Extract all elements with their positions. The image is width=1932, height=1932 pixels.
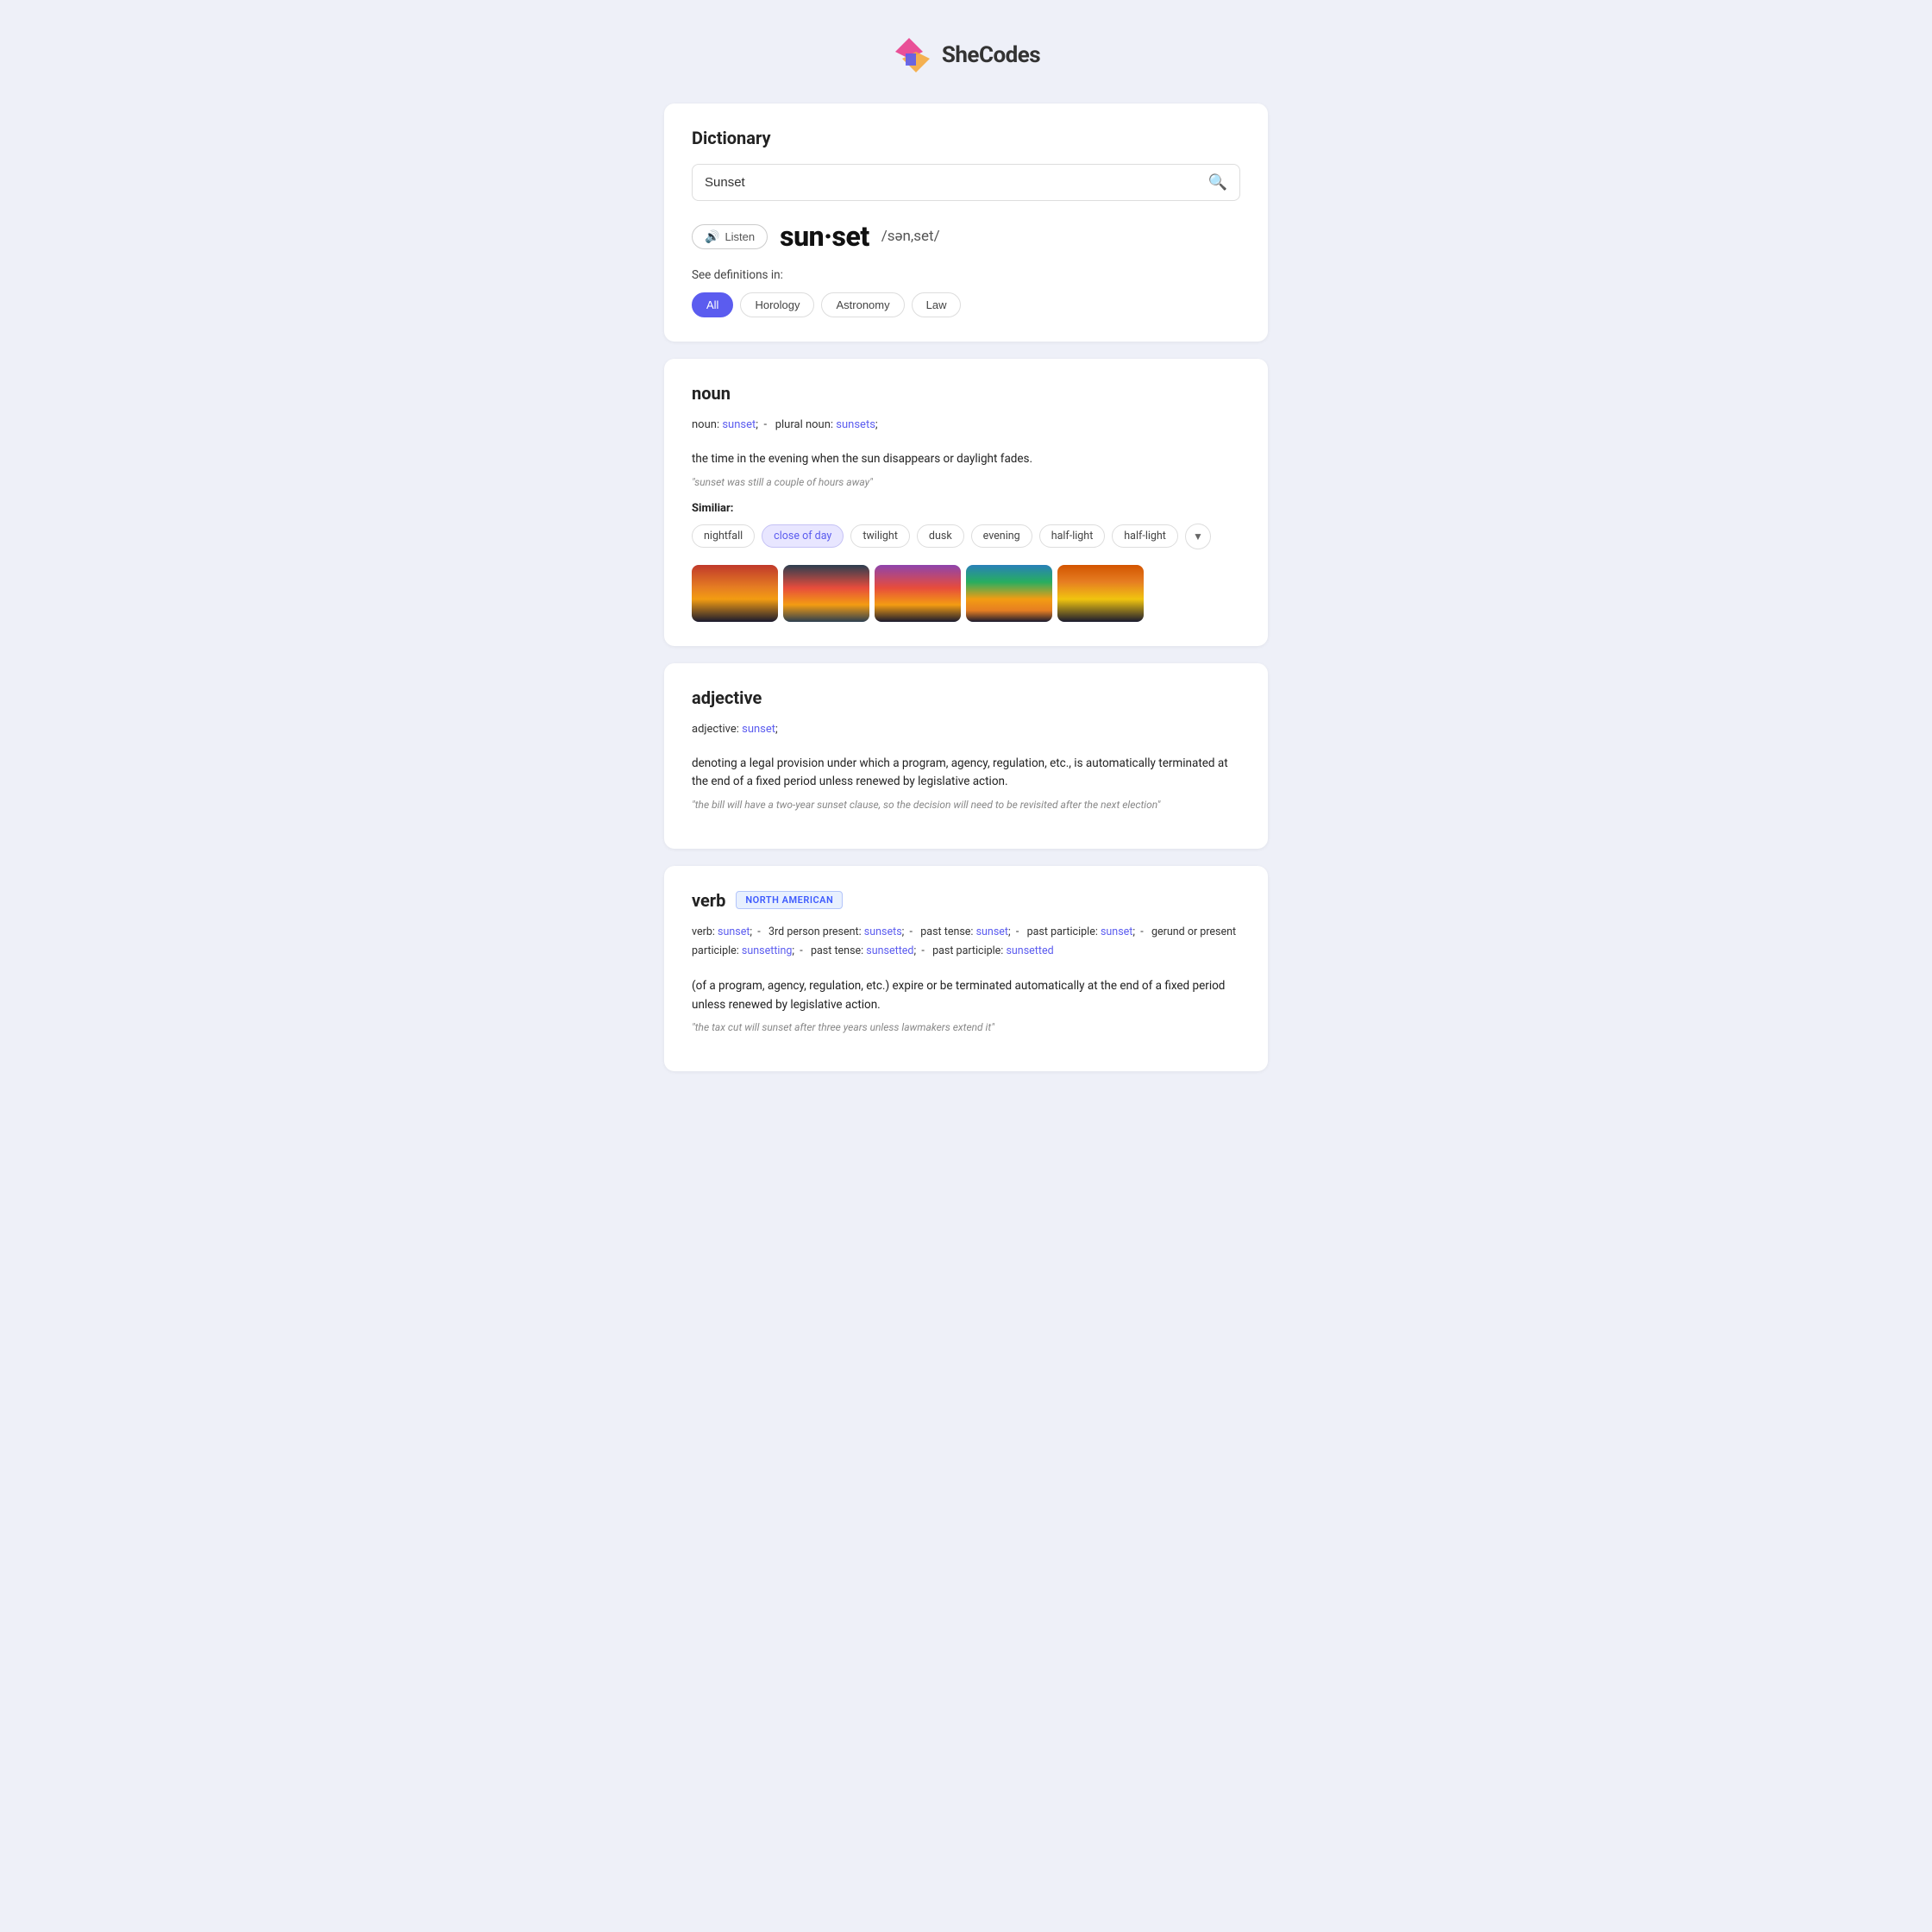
dictionary-card: Dictionary 🔍 🔊 Listen sun·set /sən,set/ … — [664, 104, 1268, 342]
past-participle-link[interactable]: sunset — [1101, 925, 1132, 938]
verb-pos-title: verb — [692, 890, 725, 911]
search-icon[interactable]: 🔍 — [1208, 173, 1227, 191]
verb-header: verb NORTH AMERICAN — [692, 890, 1240, 911]
listen-label: Listen — [724, 230, 755, 243]
past-tense2-label: past tense: — [811, 944, 863, 957]
see-defs-label: See definitions in: — [692, 268, 1240, 282]
sim-tag-halflight1[interactable]: half-light — [1039, 524, 1106, 548]
sunset-image-3 — [875, 565, 961, 622]
noun-meta: noun: sunset; - plural noun: sunsets; — [692, 416, 1240, 435]
similiar-label: Similiar: — [692, 502, 1240, 515]
adj-definition: denoting a legal provision under which a… — [692, 755, 1240, 792]
verb-definition: (of a program, agency, regulation, etc.)… — [692, 977, 1240, 1014]
logo-icon — [892, 34, 933, 76]
adj-meta: adjective: sunset; — [692, 720, 1240, 739]
category-horology[interactable]: Horology — [740, 292, 814, 317]
category-row: All Horology Astronomy Law — [692, 292, 1240, 317]
sim-tag-closeofday[interactable]: close of day — [762, 524, 844, 548]
sim-tag-twilight[interactable]: twilight — [850, 524, 910, 548]
third-person-link[interactable]: sunsets — [864, 925, 902, 938]
category-law[interactable]: Law — [912, 292, 962, 317]
third-person-label: 3rd person present: — [768, 925, 862, 938]
adj-example: "the bill will have a two-year sunset cl… — [692, 799, 1240, 811]
past-participle-label: past participle: — [1027, 925, 1098, 938]
noun-example: "sunset was still a couple of hours away… — [692, 476, 1240, 488]
dictionary-title: Dictionary — [692, 128, 1240, 148]
sim-tag-halflight2[interactable]: half-light — [1112, 524, 1178, 548]
sunset-image-1 — [692, 565, 778, 622]
more-button[interactable]: ▼ — [1185, 524, 1211, 549]
sunset-image-5 — [1057, 565, 1144, 622]
past-participle2-link[interactable]: sunsetted — [1006, 944, 1053, 957]
logo-text: SheCodes — [942, 42, 1040, 68]
sim-tag-dusk[interactable]: dusk — [917, 524, 964, 548]
noun-pos-title: noun — [692, 383, 1240, 404]
noun-meta-prefix: noun: — [692, 418, 719, 431]
sunset-image-2 — [783, 565, 869, 622]
verb-link[interactable]: sunset — [718, 925, 750, 938]
adj-meta-prefix: adjective: — [692, 723, 739, 736]
word-display: sun·set — [780, 220, 869, 253]
site-header: SheCodes — [664, 34, 1268, 76]
category-astronomy[interactable]: Astronomy — [821, 292, 904, 317]
image-row — [692, 565, 1240, 622]
plural-label: plural noun: — [775, 418, 833, 431]
noun-card: noun noun: sunset; - plural noun: sunset… — [664, 359, 1268, 646]
past-tense-label: past tense: — [920, 925, 973, 938]
north-american-badge: NORTH AMERICAN — [736, 891, 843, 909]
adj-pos-title: adjective — [692, 687, 1240, 708]
listen-button[interactable]: 🔊 Listen — [692, 224, 768, 249]
verb-example: "the tax cut will sunset after three yea… — [692, 1021, 1240, 1033]
sim-tag-evening[interactable]: evening — [971, 524, 1032, 548]
plural-link[interactable]: sunsets — [836, 418, 875, 431]
similiar-row: nightfall close of day twilight dusk eve… — [692, 524, 1240, 549]
category-all[interactable]: All — [692, 292, 733, 317]
search-box: 🔍 — [692, 164, 1240, 201]
sunset-image-4 — [966, 565, 1052, 622]
adjective-card: adjective adjective: sunset; denoting a … — [664, 663, 1268, 849]
speaker-icon: 🔊 — [705, 229, 719, 244]
noun-link[interactable]: sunset — [722, 418, 756, 431]
past-tense-link[interactable]: sunset — [976, 925, 1008, 938]
sim-tag-nightfall[interactable]: nightfall — [692, 524, 755, 548]
past-participle2-label: past participle: — [932, 944, 1003, 957]
verb-card: verb NORTH AMERICAN verb: sunset; - 3rd … — [664, 866, 1268, 1071]
phonetic: /sən,set/ — [881, 228, 940, 245]
search-input[interactable] — [705, 175, 1208, 190]
verb-meta: verb: sunset; - 3rd person present: suns… — [692, 923, 1240, 962]
past-tense2-link[interactable]: sunsetted — [866, 944, 913, 957]
gerund-link[interactable]: sunsetting — [742, 944, 792, 957]
adj-link[interactable]: sunset — [742, 723, 775, 736]
noun-definition: the time in the evening when the sun dis… — [692, 450, 1240, 469]
word-row: 🔊 Listen sun·set /sən,set/ — [692, 220, 1240, 253]
